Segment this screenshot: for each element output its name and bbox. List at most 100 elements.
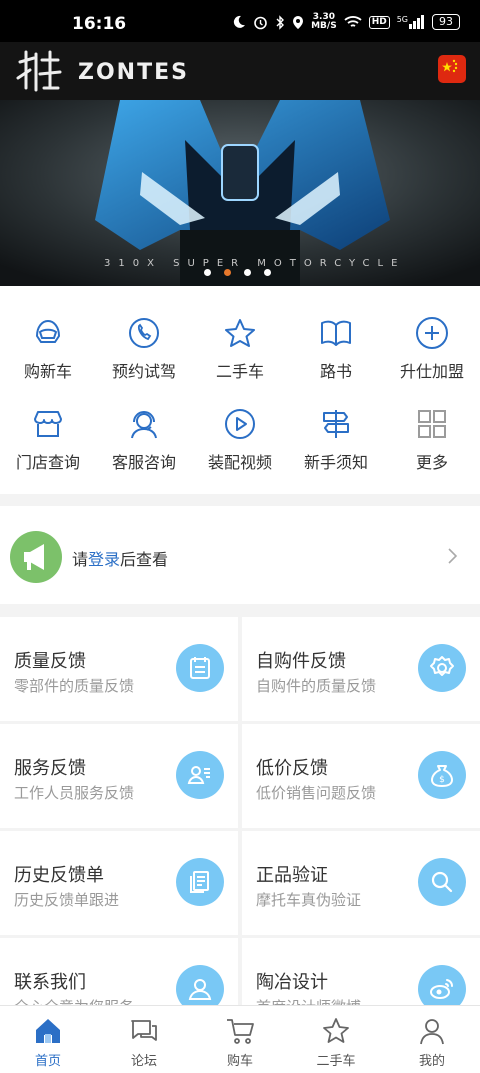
tab-forum[interactable]: 论坛 (96, 1006, 192, 1073)
flag-stars (442, 59, 458, 73)
card-quality-feedback[interactable]: 质量反馈 零部件的质量反馈 (0, 617, 238, 721)
menu-more[interactable]: 更多 (384, 407, 480, 473)
card-self-purchase-feedback[interactable]: 自购件反馈 自购件的质量反馈 (242, 617, 480, 721)
card-title: 陶冶设计 (256, 972, 328, 993)
chevron-right-icon (448, 548, 458, 564)
search-icon (418, 858, 466, 906)
tab-label: 我的 (418, 1054, 445, 1069)
bluetooth-icon (276, 14, 285, 30)
card-title: 联系我们 (14, 972, 86, 993)
card-title: 质量反馈 (14, 651, 86, 672)
notice-prefix: 请 (72, 550, 89, 569)
net-speed: 3.30 MB/S (311, 13, 337, 31)
hd-badge: HD (368, 15, 390, 29)
banner-dot-4[interactable] (264, 269, 271, 276)
helmet-icon (35, 319, 61, 343)
card-subtitle: 零部件的质量反馈 (14, 677, 135, 695)
menu-buy-new-car[interactable]: 购新车 (0, 316, 96, 382)
card-authenticity-check[interactable]: 正品验证 摩托车真伪验证 (242, 831, 480, 935)
phone-icon (129, 318, 159, 348)
megaphone-icon (10, 531, 62, 583)
menu-customer-service[interactable]: 客服咨询 (96, 407, 192, 473)
card-title: 低价反馈 (256, 758, 328, 779)
net-speed-unit: MB/S (311, 21, 337, 31)
book-icon (321, 320, 351, 346)
signal-icon (409, 15, 424, 29)
money-bag-icon: $ (418, 751, 466, 799)
moon-icon (233, 15, 246, 28)
grid-icon (418, 410, 446, 438)
menu-beginner-guide[interactable]: 新手须知 (288, 407, 384, 473)
menu-assembly-video[interactable]: 装配视频 (192, 407, 288, 473)
tab-profile[interactable]: 我的 (384, 1006, 480, 1073)
card-title: 自购件反馈 (256, 651, 346, 672)
bottom-tab-bar: 首页 论坛 购车 二手车 我的 (0, 1005, 480, 1073)
menu-book-test-ride[interactable]: 预约试驾 (96, 316, 192, 382)
notice-suffix: 后查看 (120, 550, 169, 569)
wifi-icon (344, 16, 362, 27)
cart-icon (227, 1019, 254, 1044)
brand-wordmark: ZONTES (78, 60, 189, 85)
status-time: 16:16 (72, 14, 127, 34)
play-icon (225, 409, 255, 439)
menu-franchise[interactable]: 升仕加盟 (384, 316, 480, 382)
menu-label: 装配视频 (207, 453, 272, 472)
banner-caption: 310X SUPER MOTORCYCLE (104, 258, 406, 269)
plus-circle-icon (416, 317, 448, 349)
signal-indicator: 5G (397, 15, 425, 29)
staff-card-icon (176, 751, 224, 799)
menu-label: 二手车 (215, 362, 264, 381)
signal-label: 5G (396, 15, 408, 24)
tab-label: 二手车 (316, 1054, 356, 1069)
promo-banner[interactable]: 310X SUPER MOTORCYCLE (0, 100, 480, 286)
tab-label: 购车 (226, 1054, 253, 1069)
menu-label: 更多 (415, 453, 448, 472)
menu-label: 门店查询 (15, 453, 80, 472)
signpost-icon (323, 410, 349, 438)
tab-label: 首页 (34, 1054, 61, 1069)
star-icon (225, 319, 255, 347)
card-subtitle: 历史反馈单跟进 (14, 891, 120, 909)
card-title: 正品验证 (256, 865, 328, 886)
tab-used-car[interactable]: 二手车 (288, 1006, 384, 1073)
chat-icon (131, 1020, 157, 1041)
svg-text:$: $ (439, 775, 445, 785)
app-header: ZONTES (0, 42, 480, 100)
menu-label: 新手须知 (303, 453, 368, 472)
menu-label: 升仕加盟 (399, 362, 464, 381)
banner-dot-2[interactable] (224, 269, 231, 276)
menu-used-car[interactable]: 二手车 (192, 316, 288, 382)
banner-dot-1[interactable] (204, 269, 211, 276)
card-feedback-history[interactable]: 历史反馈单 历史反馈单跟进 (0, 831, 238, 935)
menu-route-book[interactable]: 路书 (288, 316, 384, 382)
menu-label: 路书 (319, 362, 352, 381)
login-link[interactable]: 登录 (88, 550, 120, 569)
card-subtitle: 自购件的质量反馈 (256, 677, 377, 695)
card-subtitle: 低价销售问题反馈 (256, 784, 377, 802)
calendar-icon (176, 644, 224, 692)
megaphone-glyph (24, 544, 44, 570)
login-notice[interactable]: 请登录后查看 (0, 506, 480, 604)
star-icon (323, 1018, 349, 1043)
store-icon (34, 411, 62, 437)
banner-pagination[interactable] (204, 269, 271, 276)
status-bar: 16:16 3.30 MB/S HD 5G 93 (0, 0, 480, 42)
status-icons: 3.30 MB/S HD 5G 93 (232, 13, 460, 31)
tab-home[interactable]: 首页 (0, 1006, 96, 1073)
banner-dot-3[interactable] (244, 269, 251, 276)
gear-icon (418, 644, 466, 692)
alarm-icon (254, 16, 267, 29)
user-icon (420, 1019, 444, 1045)
menu-store-search[interactable]: 门店查询 (0, 407, 96, 473)
home-icon (36, 1019, 60, 1043)
tab-buy-car[interactable]: 购车 (192, 1006, 288, 1073)
notice-text: 请登录后查看 (72, 546, 168, 570)
card-low-price-feedback[interactable]: 低价反馈 低价销售问题反馈 $ (242, 724, 480, 828)
card-service-feedback[interactable]: 服务反馈 工作人员服务反馈 (0, 724, 238, 828)
china-flag-icon[interactable] (438, 55, 466, 83)
brand-calligraphy-logo (16, 50, 62, 92)
card-subtitle: 工作人员服务反馈 (14, 784, 135, 802)
battery-indicator: 93 (432, 14, 460, 30)
feature-menu: 购新车 预约试驾 二手车 路书 升仕加盟 门店查询 客服咨询 装配视频 新手须知… (0, 286, 480, 494)
location-icon (293, 15, 304, 29)
